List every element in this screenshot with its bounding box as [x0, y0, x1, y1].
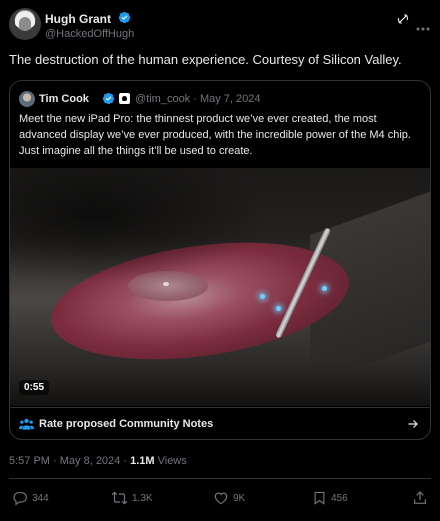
like-icon — [214, 492, 228, 505]
tweet-time[interactable]: 5:57 PM — [9, 455, 50, 467]
community-notes-bar[interactable]: Rate proposed Community Notes — [10, 407, 430, 439]
bookmark-icon — [314, 491, 325, 505]
community-notes-icon — [19, 417, 34, 436]
grok-icon[interactable] — [396, 12, 410, 31]
quoted-author-name[interactable]: Tim Cook — [39, 93, 89, 105]
reply-icon — [13, 492, 27, 506]
like-count: 9K — [233, 492, 246, 504]
bookmark-button[interactable]: 456 — [312, 487, 348, 509]
author-avatar[interactable] — [9, 8, 41, 40]
meta-separator: · — [49, 455, 60, 467]
tweet-text: The destruction of the human experience.… — [9, 52, 402, 67]
views-count: 1.1M — [130, 455, 155, 467]
views-label: Views — [157, 455, 187, 467]
reply-count: 344 — [32, 492, 49, 504]
quoted-tweet-text: Meet the new iPad Pro: the thinnest prod… — [19, 113, 411, 157]
divider — [9, 478, 431, 479]
video-player[interactable]: 0:55 — [10, 168, 430, 406]
like-button[interactable]: 9K — [213, 487, 245, 509]
verified-icon[interactable] — [102, 92, 115, 110]
author-handle[interactable]: @HackedOffHugh — [45, 28, 134, 40]
tweet-date[interactable]: May 8, 2024 — [60, 455, 121, 467]
share-button[interactable] — [412, 487, 428, 509]
arrow-right-icon[interactable] — [407, 417, 419, 435]
more-icon[interactable] — [416, 18, 430, 36]
bookmark-count: 456 — [331, 492, 348, 504]
action-bar: 344 1.3K 9K 456 — [0, 487, 440, 509]
tweet-header: Hugh Grant @HackedOffHugh — [9, 8, 430, 42]
verified-icon[interactable] — [118, 11, 131, 29]
author-display-name[interactable]: Hugh Grant — [45, 12, 111, 26]
share-icon — [414, 491, 426, 504]
quoted-tweet-header: Tim Cook @tim_cook · May 7, 2024 — [19, 91, 421, 107]
quoted-author-avatar[interactable] — [19, 91, 35, 107]
community-notes-label[interactable]: Rate proposed Community Notes — [39, 418, 213, 430]
quoted-author-handle-date[interactable]: @tim_cook · May 7, 2024 — [135, 93, 261, 105]
meta-separator: · — [120, 455, 131, 467]
retweet-count: 1.3K — [132, 492, 153, 504]
apple-badge-icon[interactable] — [119, 93, 130, 104]
tweet-meta: 5:57 PM · May 8, 2024 · 1.1M Views — [9, 455, 187, 467]
video-duration-badge: 0:55 — [19, 380, 50, 395]
video-frame-shade — [10, 168, 430, 406]
retweet-button[interactable]: 1.3K — [111, 487, 153, 509]
reply-button[interactable]: 344 — [12, 487, 49, 509]
quoted-tweet[interactable]: Tim Cook @tim_cook · May 7, 2024 Meet th… — [9, 80, 431, 440]
retweet-icon — [111, 491, 128, 505]
